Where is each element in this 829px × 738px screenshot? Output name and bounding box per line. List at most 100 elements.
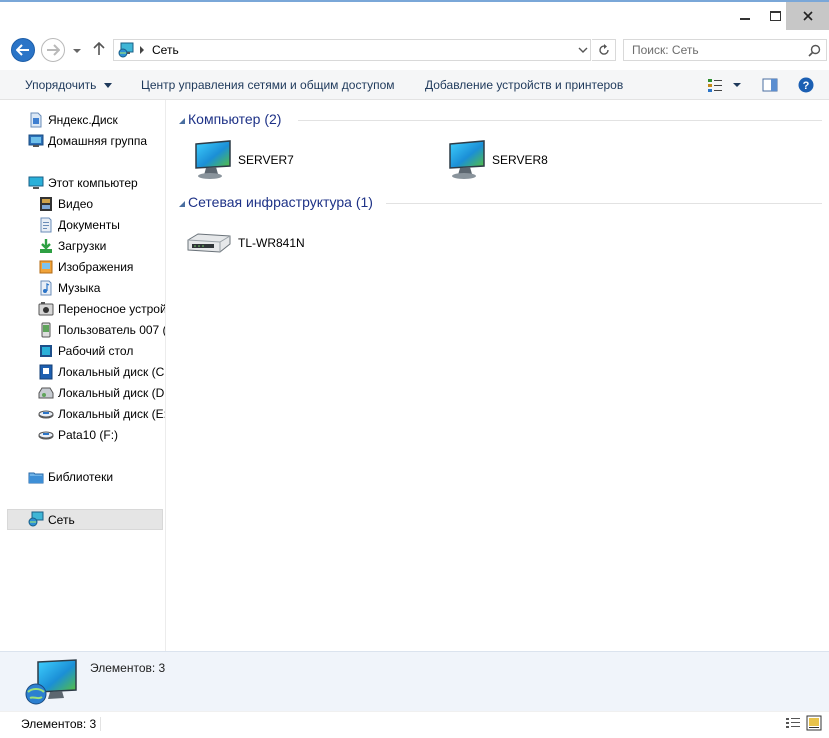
sidebar-item-user-device[interactable]: Пользователь 007 ( [0,320,165,341]
sidebar-item-video[interactable]: Видео [0,194,165,215]
item-label: TL-WR841N [238,236,305,250]
group-title-network-infrastructure[interactable]: Сетевая инфраструктура (1) [188,194,373,210]
sidebar-item-music[interactable]: Музыка [0,278,165,299]
add-devices-button[interactable]: Добавление устройств и принтеров [425,70,623,100]
portable-device-icon [38,302,54,316]
sidebar-item-label: Пользователь 007 ( [58,323,165,337]
organize-button[interactable]: Упорядочить [25,70,112,100]
sidebar-item-this-pc[interactable]: Этот компьютер [0,173,165,194]
computer-icon [28,176,44,189]
sidebar-item-pictures[interactable]: Изображения [0,257,165,278]
status-item-count: Элементов: 3 [21,717,97,731]
sidebar-item-drive-d[interactable]: Локальный диск (D [0,383,165,404]
sidebar-item-drive-c[interactable]: Локальный диск (C [0,362,165,383]
sidebar-item-desktop[interactable]: Рабочий стол [0,341,165,362]
address-dropdown-icon[interactable] [578,47,588,54]
content-area: Компьютер (2) SERVER7 SERVER8 Сетевая ин… [166,100,829,651]
network-center-button[interactable]: Центр управления сетями и общим доступом [141,70,395,100]
forward-button[interactable] [41,38,65,62]
drive-icon [38,431,54,440]
sidebar-item-label: Домашняя группа [48,134,148,148]
preview-pane-icon [762,78,778,92]
network-icon [118,42,134,58]
details-view-button[interactable] [785,716,801,730]
details-item-count: Элементов: 3 [90,661,166,675]
status-divider [100,717,101,731]
sidebar-item-label: Pata10 (F:) [58,428,119,442]
help-button[interactable]: ? [798,77,814,93]
downloads-folder-icon [40,239,52,253]
svg-text:?: ? [803,80,810,92]
address-bar[interactable]: Сеть [113,39,591,61]
large-icons-view-icon [806,715,822,731]
title-bar [0,0,829,30]
refresh-button[interactable] [592,39,616,61]
sidebar-item-drive-e[interactable]: Локальный диск (E: [0,404,165,425]
list-item-server7[interactable]: SERVER7 [186,138,366,180]
chevron-down-icon [179,118,185,124]
group-collapse-toggle[interactable] [178,197,186,211]
sidebar-item-label: Документы [58,218,120,232]
group-title-computers[interactable]: Компьютер (2) [188,111,281,127]
desktop-folder-icon [40,345,52,357]
recent-locations-button[interactable] [72,44,84,56]
pictures-folder-icon [39,260,53,274]
close-icon [802,11,813,21]
sidebar-item-libraries[interactable]: Библиотеки [0,467,165,488]
user-device-icon [41,322,51,338]
sidebar-item-downloads[interactable]: Загрузки [0,236,165,257]
list-item-server8[interactable]: SERVER8 [440,138,620,180]
windows-drive-icon [39,364,53,380]
sidebar-item-drive-f[interactable]: Pata10 (F:) [0,425,165,446]
back-button[interactable] [11,38,35,62]
router-icon [187,233,231,253]
sidebar-item-portable-device[interactable]: Переносное устрой [0,299,165,320]
search-icon[interactable] [808,44,821,57]
chevron-down-icon [73,49,81,53]
drive-icon [38,410,54,419]
forward-arrow-icon [47,44,60,56]
sidebar-item-yandex-disk[interactable]: Яндекс.Диск [0,110,165,131]
list-item-router[interactable]: TL-WR841N [184,230,364,260]
sidebar-item-label: Музыка [58,281,101,295]
chevron-right-icon [140,46,144,54]
chevron-down-icon [103,82,112,88]
back-arrow-icon [16,44,29,56]
homegroup-icon [28,134,44,147]
sidebar-item-label: Библиотеки [48,470,114,484]
sidebar-item-label: Видео [58,197,94,211]
sidebar-item-network[interactable]: Сеть [7,509,163,530]
sidebar-item-label: Локальный диск (C [58,365,165,379]
navigation-pane: Яндекс.Диск Домашняя группа Этот компьют… [0,100,166,651]
chevron-down-icon [179,201,185,207]
change-view-button[interactable] [707,77,743,93]
computer-icon [195,140,231,179]
tiles-view-button[interactable] [806,715,822,731]
command-bar: Упорядочить Центр управления сетями и об… [0,70,829,100]
sidebar-item-label: Локальный диск (D [58,386,165,400]
details-pane: Элементов: 3 [0,651,829,711]
search-placeholder: Поиск: Сеть [632,43,699,57]
up-arrow-icon [93,41,105,55]
search-input[interactable]: Поиск: Сеть [623,39,827,61]
view-options-icon [708,79,741,92]
preview-pane-button[interactable] [762,77,778,93]
item-label: SERVER7 [238,153,294,167]
libraries-icon [28,472,44,484]
sidebar-item-label: Яндекс.Диск [48,113,118,127]
maximize-icon [769,11,781,21]
close-button[interactable] [786,2,829,30]
video-folder-icon [40,197,52,211]
sidebar-item-label: Сеть [48,513,75,527]
sidebar-item-label: Рабочий стол [58,344,134,358]
minimize-icon [740,18,750,20]
group-divider [386,203,822,204]
up-button[interactable] [93,41,107,58]
drive-icon [38,387,54,399]
group-collapse-toggle[interactable] [178,114,186,128]
sidebar-item-documents[interactable]: Документы [0,215,165,236]
item-label: SERVER8 [492,153,548,167]
navigation-bar: Сеть Поиск: Сеть [0,32,829,68]
sidebar-item-homegroup[interactable]: Домашняя группа [0,131,165,152]
network-icon [25,659,77,705]
